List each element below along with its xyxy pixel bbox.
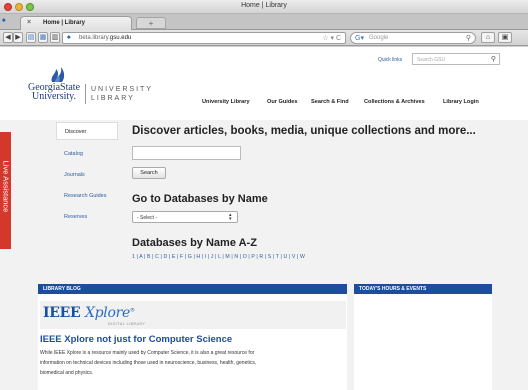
ieee-xplore-logo: IEEE Xplore® (43, 305, 135, 321)
browser-search-field[interactable]: G▾ Google ⚲ (350, 32, 476, 44)
new-tab-button[interactable]: + (136, 17, 166, 29)
sidebar-item-discover[interactable]: Discover (56, 122, 118, 140)
hours-events-header: TODAY'S HOURS & EVENTS (354, 284, 492, 294)
tab-home-library[interactable]: × Home | Library (20, 16, 132, 30)
library-blog-header: LIBRARY BLOG (38, 284, 347, 294)
ieee-logo-bold: IEEE (43, 305, 81, 321)
site-search-placeholder: Search GSU (417, 57, 446, 63)
blog-post-line: biomedical and physics. (40, 370, 94, 376)
url-actions[interactable]: ☆ ▾ C (322, 34, 341, 42)
hours-events-panel (354, 294, 492, 390)
browser-search-placeholder: Google (369, 35, 389, 41)
url-domain: gsu.edu (109, 35, 132, 41)
google-icon[interactable]: G▾ (355, 34, 364, 42)
discover-search-button[interactable]: Search (132, 167, 166, 179)
logo-line2: University. (31, 91, 77, 102)
toolbar-overflow-icon[interactable]: ▣ (498, 32, 512, 43)
ieee-digital-library: DIGITAL LIBRARY (108, 322, 146, 326)
tab-bar: ♠ × Home | Library + (0, 14, 528, 30)
ieee-logo-italic: Xplore (84, 305, 130, 321)
sidebar-item-journals[interactable]: Journals (56, 166, 118, 184)
back-button[interactable]: ◀ (3, 32, 13, 43)
databases-az-title: Databases by Name A-Z (132, 237, 257, 249)
quicklinks-link[interactable]: Quick links (378, 57, 402, 63)
address-bar[interactable]: ♠ beta.library.gsu.edu ☆ ▾ C (62, 32, 346, 44)
nav-collections-archives[interactable]: Collections & Archives (364, 99, 425, 105)
bookmark-list-icon[interactable]: ▥ (50, 32, 60, 43)
sidebar-item-reserves[interactable]: Reserves (56, 208, 118, 226)
topsites-icon[interactable]: ▦ (38, 32, 48, 43)
home-icon[interactable]: ⌂ (481, 32, 495, 43)
database-select-value: - Select - (137, 215, 158, 221)
site-favicon-icon: ♠ (67, 34, 71, 41)
az-letter-links[interactable]: 1 | A | B | C | D | E | F | G | H | I | … (132, 254, 305, 260)
blog-post-line: While IEEE Xplore is a resource mainly u… (40, 350, 255, 356)
bookmarks-icon[interactable]: ♠ (2, 17, 14, 27)
tab-close-icon[interactable]: × (27, 19, 31, 26)
reader-icon[interactable]: ▤ (26, 32, 36, 43)
databases-title: Go to Databases by Name (132, 193, 268, 205)
library-page: Quick links Search GSU ⚲ GeorgiaState Un… (0, 47, 528, 390)
sidebar-item-catalog[interactable]: Catalog (56, 145, 118, 163)
nav-search-find[interactable]: Search & Find (311, 99, 349, 105)
ieee-logo-reg: ® (129, 307, 135, 314)
discover-title: Discover articles, books, media, unique … (132, 125, 476, 137)
search-icon[interactable]: ⚲ (491, 55, 496, 63)
browser-toolbar: ◀ ▶ ▤ ▦ ▥ ♠ beta.library.gsu.edu ☆ ▾ C G… (0, 30, 528, 46)
nav-university-library[interactable]: University Library (202, 99, 250, 105)
sidebar-item-research-guides[interactable]: Research Guides (56, 187, 118, 205)
discover-search-input[interactable] (132, 146, 241, 160)
search-icon[interactable]: ⚲ (466, 34, 471, 42)
window-titlebar: Home | Library (0, 0, 528, 14)
university-logo-wordmark[interactable]: GeorgiaState University. (28, 83, 80, 102)
nav-our-guides[interactable]: Our Guides (267, 99, 297, 105)
select-arrows-icon: ▴ ▾ (229, 212, 232, 222)
logo-univ-line2: LIBRARY (91, 95, 135, 102)
blog-post-line: information on technical devices includi… (40, 360, 257, 366)
library-wordmark: UNIVERSITY LIBRARY (91, 85, 153, 103)
ieee-xplore-banner[interactable]: IEEE Xplore® DIGITAL LIBRARY (40, 301, 346, 329)
library-blog-label: LIBRARY BLOG (43, 286, 81, 292)
window-title: Home | Library (241, 2, 287, 9)
logo-univ-line1: UNIVERSITY (91, 86, 154, 93)
tab-label: Home | Library (43, 20, 86, 26)
database-select[interactable]: - Select - ▴ ▾ (132, 211, 238, 223)
url-prefix: beta.library. (79, 35, 110, 41)
logo-divider (85, 84, 86, 104)
gsu-flame-logo-icon (51, 67, 65, 82)
live-assistance-tab[interactable]: Live Assistance (0, 132, 11, 249)
discover-sidebar: Discover Catalog Journals Research Guide… (56, 122, 118, 282)
site-search-input[interactable]: Search GSU ⚲ (412, 53, 500, 65)
site-header: Quick links Search GSU ⚲ GeorgiaState Un… (0, 47, 528, 120)
blog-post-title[interactable]: IEEE Xplore not just for Computer Scienc… (40, 334, 232, 345)
live-assistance-label: Live Assistance (1, 160, 11, 213)
nav-library-login[interactable]: Library Login (443, 99, 479, 105)
forward-button[interactable]: ▶ (13, 32, 23, 43)
hours-events-label: TODAY'S HOURS & EVENTS (359, 286, 427, 292)
